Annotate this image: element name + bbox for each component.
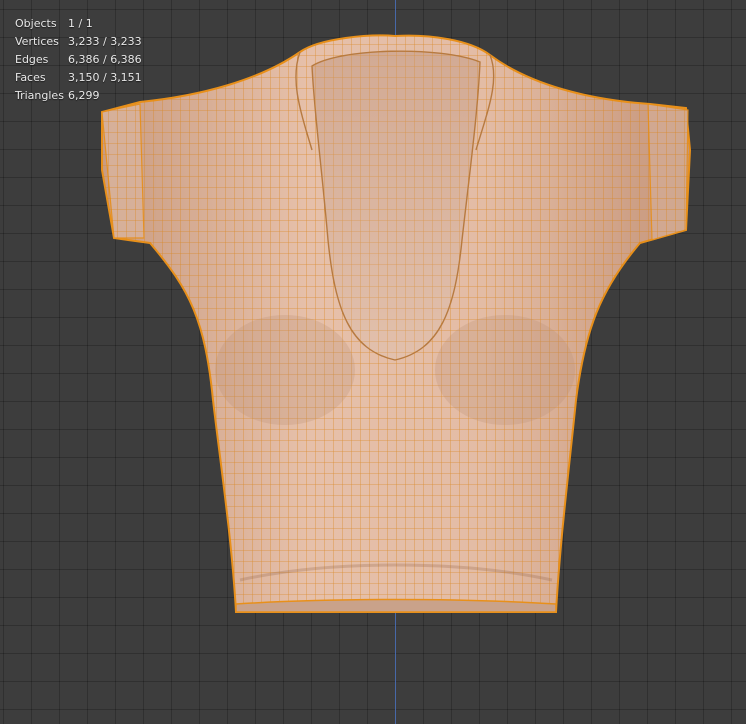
stat-vertices: Vertices 3,233 / 3,233 xyxy=(15,33,142,51)
stat-edges: Edges 6,386 / 6,386 xyxy=(15,51,142,69)
stat-faces: Faces 3,150 / 3,151 xyxy=(15,69,142,87)
stat-label: Objects xyxy=(15,17,57,30)
statistics-overlay: Objects 1 / 1 Vertices 3,233 / 3,233 Edg… xyxy=(15,15,142,105)
stat-label: Triangles xyxy=(15,89,64,102)
stat-value: 3,233 / 3,233 xyxy=(68,35,142,48)
stat-value: 3,150 / 3,151 xyxy=(68,71,142,84)
stat-value: 6,299 xyxy=(68,89,100,102)
stat-label: Edges xyxy=(15,53,49,66)
stat-label: Vertices xyxy=(15,35,59,48)
hem-edge xyxy=(235,598,557,613)
3d-viewport[interactable]: Objects 1 / 1 Vertices 3,233 / 3,233 Edg… xyxy=(0,0,746,724)
shirt-mesh[interactable] xyxy=(0,0,746,724)
stat-value: 1 / 1 xyxy=(68,17,93,30)
stat-triangles: Triangles 6,299 xyxy=(15,87,142,105)
stat-value: 6,386 / 6,386 xyxy=(68,53,142,66)
stat-objects: Objects 1 / 1 xyxy=(15,15,142,33)
stat-label: Faces xyxy=(15,71,46,84)
